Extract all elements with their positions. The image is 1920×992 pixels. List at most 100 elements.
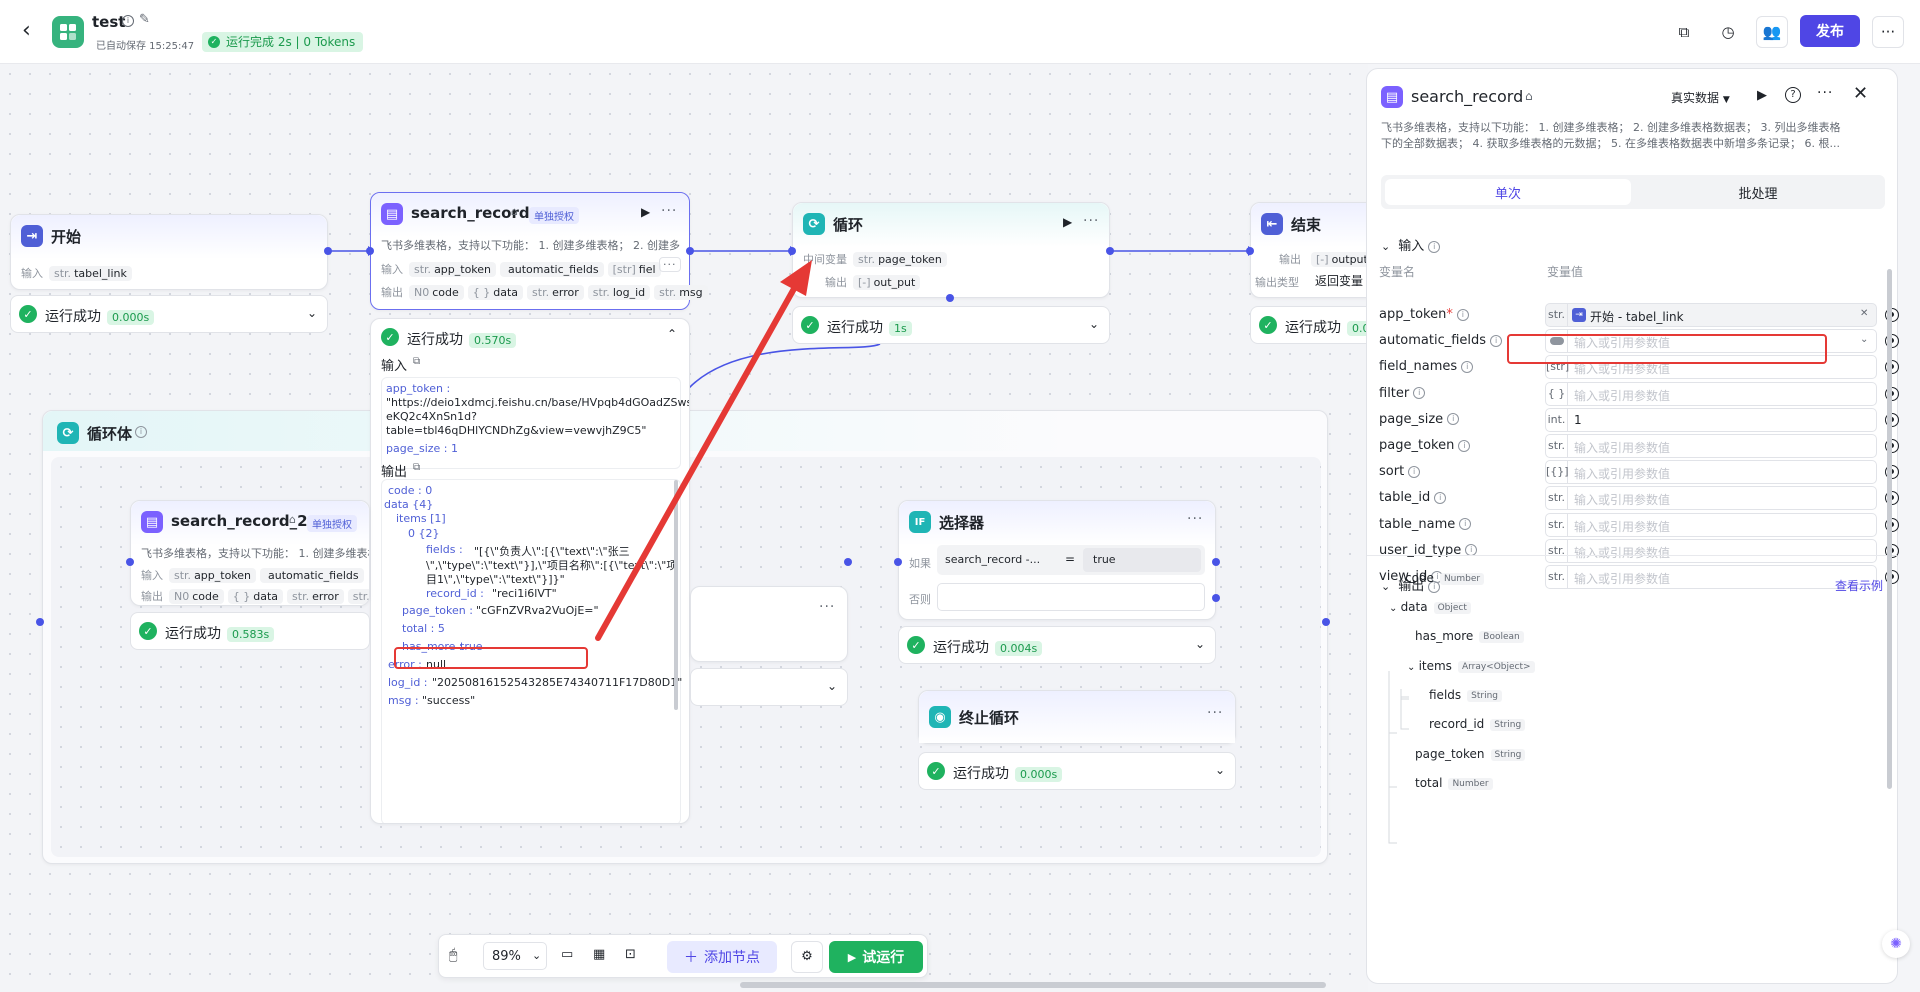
test-run-button[interactable]: ▶ 试运行	[829, 941, 923, 973]
output-name: record_id	[1429, 717, 1485, 731]
add-node-button[interactable]: ＋ 添加节点	[667, 941, 777, 973]
param-row: filter i { } 输入或引用参数值	[1379, 381, 1899, 406]
check-icon: ✓	[208, 36, 220, 48]
param-placeholder: 输入或引用参数值	[1574, 545, 1671, 560]
test-run-label: 试运行	[862, 950, 905, 966]
chevron-down-icon: ⌄	[1381, 240, 1391, 253]
info-icon[interactable]: i	[1490, 334, 1503, 347]
param-name-text: app_token	[1379, 307, 1447, 322]
param-input[interactable]: str. 输入或引用参数值	[1545, 434, 1877, 458]
param-name: filter i	[1379, 386, 1426, 401]
data-mode-select[interactable]: 真实数据 ▼	[1671, 89, 1730, 106]
output-field: code Number	[1405, 571, 1485, 585]
param-input[interactable]: str. 输入或引用参数值	[1545, 512, 1877, 537]
tab-batch[interactable]: 批处理	[1635, 179, 1881, 205]
param-input[interactable]: str. ⇥ 开始 - tabel_link ✕	[1545, 303, 1877, 327]
save-icon[interactable]: ⌂	[1525, 89, 1533, 103]
info-icon[interactable]: i	[1456, 308, 1469, 321]
param-name-text: page_token	[1379, 438, 1455, 453]
horizontal-scrollbar[interactable]	[740, 982, 1326, 988]
info-icon[interactable]: i	[1413, 387, 1426, 400]
column-name-header: 变量名	[1379, 265, 1416, 279]
param-type: str.	[1546, 566, 1568, 588]
view-example-link[interactable]: 查看示例	[1835, 577, 1883, 594]
param-type: int.	[1546, 408, 1568, 431]
info-icon[interactable]: i	[1428, 240, 1441, 253]
info-icon[interactable]: i	[1461, 360, 1474, 373]
required-mark: *	[1446, 307, 1453, 322]
back-icon[interactable]: ‹	[22, 18, 31, 43]
param-placeholder: 输入或引用参数值	[1574, 467, 1671, 482]
panel-scrollbar[interactable]	[1887, 269, 1892, 789]
clear-icon[interactable]: ✕	[1860, 308, 1868, 319]
output-name: data	[1400, 600, 1428, 614]
assistant-icon[interactable]: ✺	[1882, 930, 1910, 958]
output-name: total	[1415, 776, 1443, 790]
info-icon[interactable]: i	[1458, 439, 1471, 452]
param-input[interactable]: str. 输入或引用参数值	[1545, 565, 1877, 589]
output-field: has_more Boolean	[1415, 629, 1524, 643]
param-row: table_id i str. 输入或引用参数值	[1379, 486, 1899, 511]
more-icon[interactable]: ···	[1817, 85, 1833, 101]
panel-desc-line1: 飞书多维表格，支持以下功能： 1. 创建多维表格； 2. 创建多维表格数据表； …	[1381, 121, 1841, 134]
output-name: has_more	[1415, 629, 1474, 643]
info-icon[interactable]: i	[1408, 465, 1421, 478]
param-name: field_names i	[1379, 359, 1474, 374]
param-row: sort i [{}] 输入或引用参数值	[1379, 460, 1899, 485]
param-name-text: automatic_fields	[1379, 333, 1487, 349]
chevron-down-icon[interactable]: ⌄	[1389, 603, 1401, 614]
chevron-down-icon: ⌄	[532, 949, 542, 962]
mouse-mode-icon[interactable]: 🖱	[449, 947, 457, 963]
info-icon[interactable]: i	[1459, 518, 1472, 531]
run-icon[interactable]: ▶	[1757, 88, 1767, 103]
tab-single[interactable]: 单次	[1385, 179, 1631, 205]
chevron-down-icon[interactable]: ⌄	[1407, 662, 1419, 673]
info-icon[interactable]: i	[122, 15, 134, 27]
param-input[interactable]: { } 输入或引用参数值	[1545, 381, 1877, 406]
layout-icon[interactable]: ▦	[593, 947, 605, 962]
param-value: 开始 - tabel_link	[1590, 310, 1684, 324]
mode-tabs: 单次 批处理	[1381, 175, 1885, 209]
param-type: str.	[1546, 435, 1568, 457]
param-input[interactable]: [{}] 输入或引用参数值	[1545, 460, 1877, 485]
param-name-text: page_size	[1379, 411, 1444, 427]
help-icon[interactable]: ?	[1785, 87, 1801, 103]
info-icon[interactable]: i	[1447, 413, 1460, 426]
debug-icon[interactable]: ⚙	[791, 941, 823, 973]
zoom-value: 89%	[492, 949, 521, 964]
edit-icon[interactable]: ✎	[139, 12, 150, 27]
param-row: page_token i str. 输入或引用参数值	[1379, 434, 1899, 458]
panel-desc-line2: 下的全部数据表； 4. 获取多维表格的元数据； 5. 在多维表格数据表中新增多条…	[1381, 137, 1840, 150]
input-section-toggle[interactable]: ⌄ 输入 i	[1381, 235, 1441, 254]
param-input[interactable]: int. 1	[1545, 407, 1877, 432]
more-menu-button[interactable]: ···	[1872, 16, 1904, 48]
copy-icon[interactable]: ⧉	[1668, 16, 1700, 48]
chevron-down-icon: ⌄	[1381, 580, 1391, 593]
collaborators-icon[interactable]: 👥	[1756, 16, 1788, 48]
minimap-icon[interactable]: ⊡	[625, 947, 636, 962]
publish-button[interactable]: 发布	[1800, 15, 1860, 47]
output-field: total Number	[1415, 776, 1493, 790]
param-type: { }	[1546, 382, 1568, 405]
param-type: str.	[1546, 304, 1568, 326]
param-input[interactable]: str. 输入或引用参数值	[1545, 486, 1877, 511]
param-placeholder: 输入或引用参数值	[1574, 388, 1671, 403]
table-icon: ▤	[1381, 86, 1403, 108]
param-name: table_id i	[1379, 490, 1447, 505]
app-logo-icon	[52, 16, 84, 48]
output-field: ⌄ data Object	[1389, 600, 1471, 614]
zoom-select[interactable]: 89% ⌄	[483, 942, 547, 970]
output-type: String	[1467, 689, 1503, 702]
output-name: fields	[1429, 688, 1462, 702]
info-icon[interactable]: i	[1434, 491, 1447, 504]
history-icon[interactable]: ◷	[1712, 16, 1744, 48]
workflow-canvas[interactable]: ⟳ 循环体 i ⇥ 开始 输入 str. tabel_link ✓ 运行成功 0.0…	[0, 64, 1368, 992]
chevron-down-icon[interactable]: ⌄	[1860, 334, 1868, 345]
param-input[interactable]: str. 输入或引用参数值	[1545, 538, 1877, 563]
bottom-toolbar: 🖱 89% ⌄ ▭ ▦ ⊡ ＋ 添加节点 ⚙ ▶ 试运行	[438, 934, 928, 978]
output-name: code	[1405, 571, 1434, 585]
param-name: automatic_fields i	[1379, 333, 1503, 349]
comment-icon[interactable]: ▭	[561, 947, 573, 962]
page-size-highlight	[1507, 334, 1827, 364]
close-icon[interactable]: ✕	[1853, 83, 1868, 104]
